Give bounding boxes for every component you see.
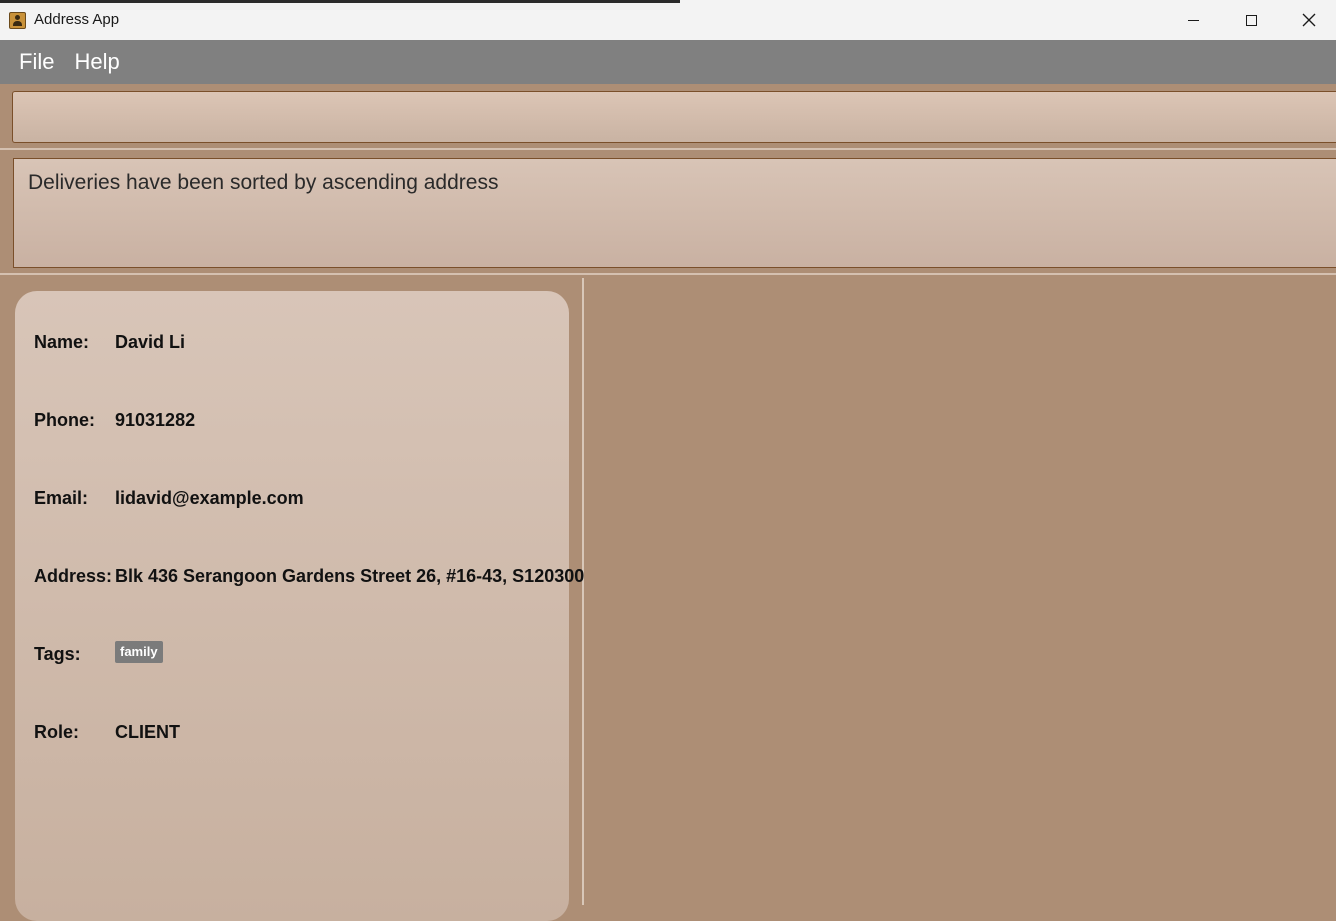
role-value: CLIENT bbox=[115, 722, 180, 742]
address-label: Address: bbox=[34, 566, 113, 586]
split-pane-divider[interactable] bbox=[582, 278, 584, 905]
tags-label: Tags: bbox=[34, 644, 81, 664]
phone-label: Phone: bbox=[34, 410, 95, 430]
maximize-button[interactable] bbox=[1222, 0, 1280, 40]
divider bbox=[0, 273, 1336, 275]
close-button[interactable] bbox=[1280, 0, 1336, 40]
address-value: Blk 436 Serangoon Gardens Street 26, #16… bbox=[115, 566, 585, 586]
tag-badge: family bbox=[115, 641, 163, 663]
result-display: Deliveries have been sorted by ascending… bbox=[13, 158, 1336, 268]
menu-file[interactable]: File bbox=[19, 49, 54, 75]
minimize-icon bbox=[1187, 19, 1199, 21]
name-label: Name: bbox=[34, 332, 90, 352]
role-label: Role: bbox=[34, 722, 79, 742]
minimize-button[interactable] bbox=[1164, 0, 1222, 40]
address-book-icon bbox=[9, 12, 26, 29]
phone-value: 91031282 bbox=[115, 410, 196, 430]
email-label: Email: bbox=[34, 488, 89, 508]
menu-bar: File Help bbox=[0, 40, 1336, 84]
result-message: Deliveries have been sorted by ascending… bbox=[28, 171, 499, 194]
title-bar: Address App bbox=[0, 0, 1336, 40]
divider bbox=[0, 148, 1336, 150]
person-card[interactable] bbox=[15, 291, 569, 921]
menu-help[interactable]: Help bbox=[74, 49, 119, 75]
name-value: David Li bbox=[115, 332, 186, 352]
maximize-icon bbox=[1245, 14, 1257, 26]
email-value: lidavid@example.com bbox=[115, 488, 304, 508]
window-title: Address App bbox=[34, 11, 120, 28]
close-icon bbox=[1302, 13, 1316, 27]
command-input[interactable] bbox=[12, 91, 1336, 143]
